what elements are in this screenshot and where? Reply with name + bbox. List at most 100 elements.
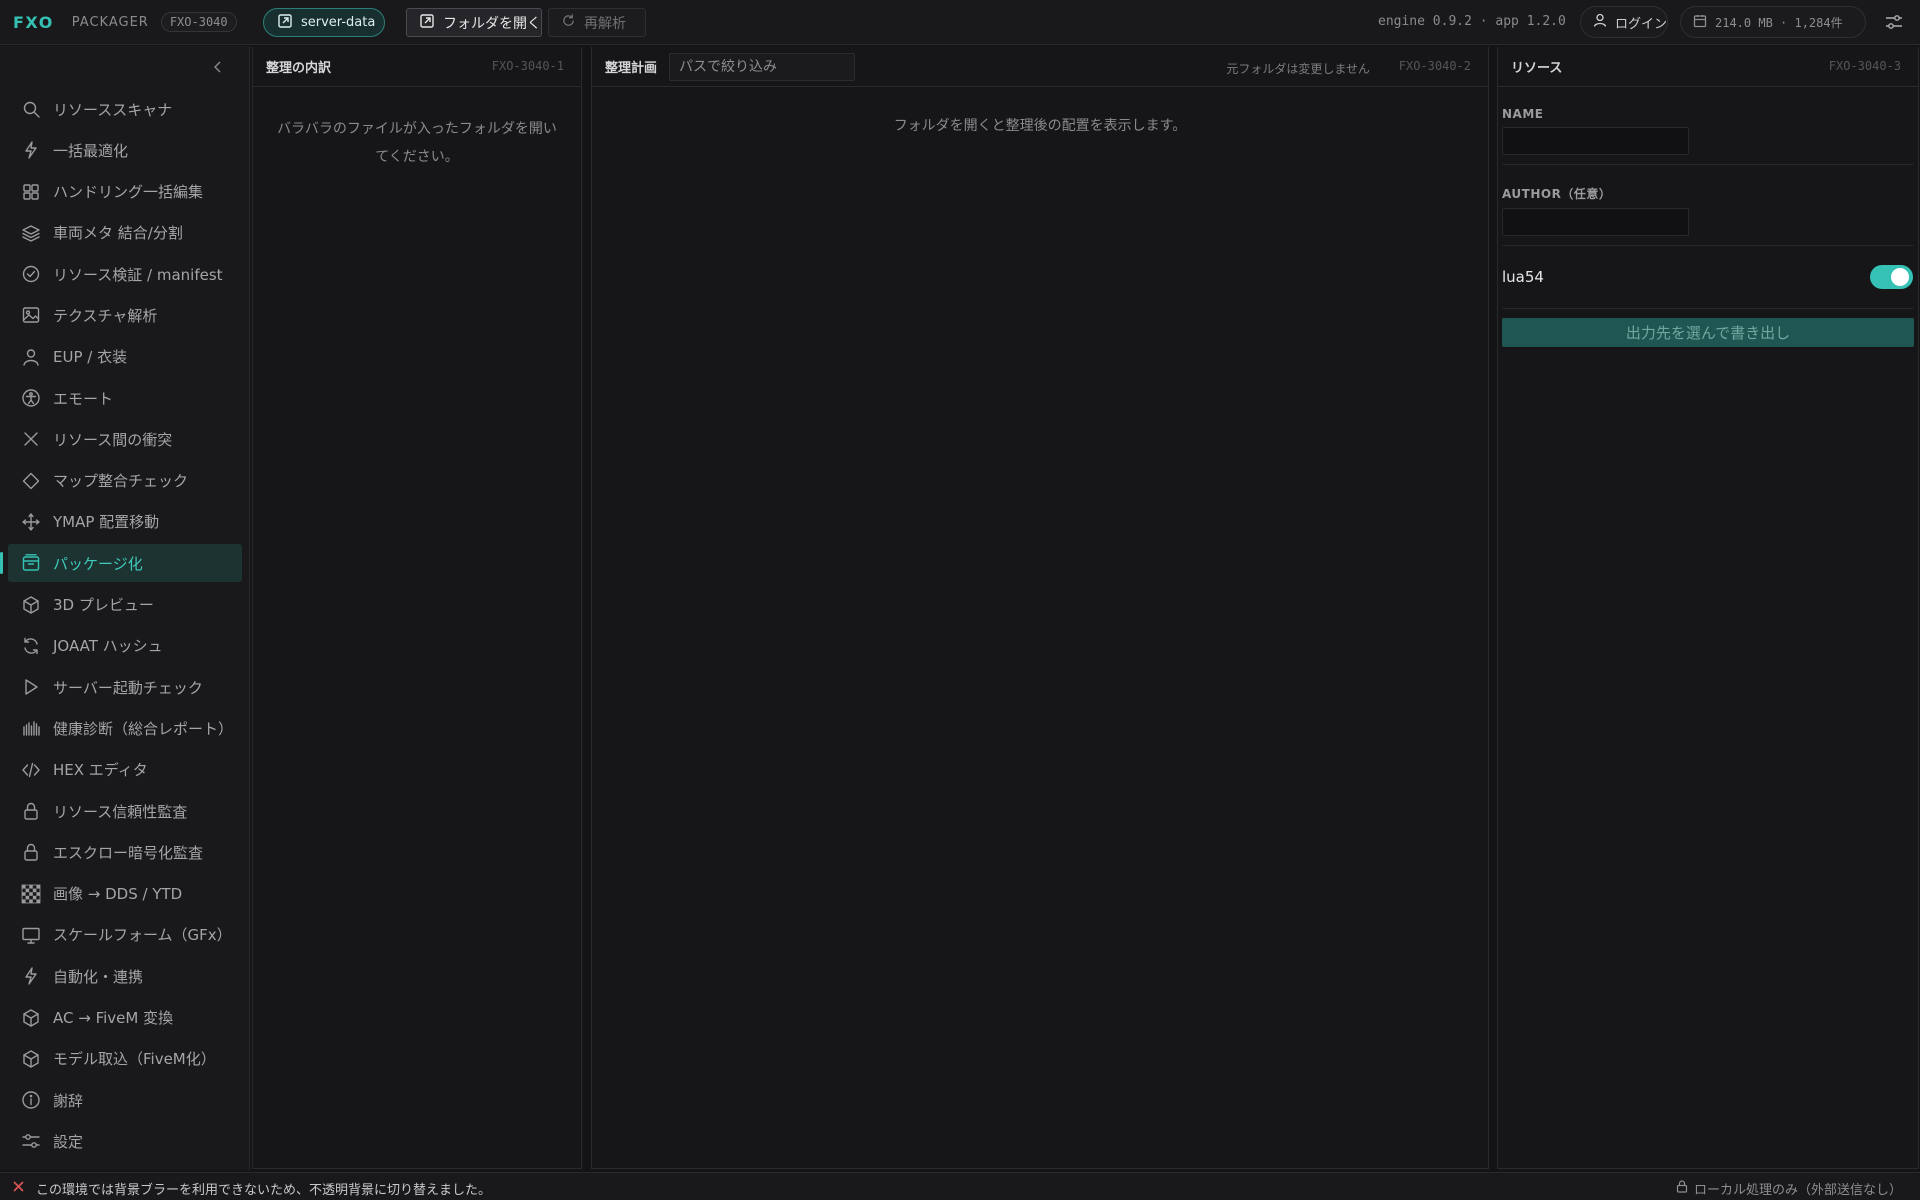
sidebar-item[interactable]: YMAP 配置移動 (8, 503, 242, 541)
login-label: ログイン (1615, 16, 1668, 32)
sidebar-item-label: パッケージ化 (53, 554, 143, 573)
sidebar-item[interactable]: サーバー起動チェック (8, 668, 242, 706)
reanalyze-label: 再解析 (584, 15, 626, 32)
contents-empty-message: バラバラのファイルが入ったフォルダを開いてください。 (277, 121, 557, 165)
lock-icon (20, 800, 42, 822)
sidebar-item[interactable]: 3D プレビュー (8, 586, 242, 624)
sidebar-item-label: リソース間の衝突 (53, 430, 173, 449)
sidebar-item-label: ハンドリング一括編集 (53, 183, 204, 202)
close-icon[interactable] (13, 1181, 36, 1196)
sidebar-item[interactable]: 車両メタ 結合/分割 (8, 214, 242, 252)
sidebar-item[interactable]: HEX エディタ (8, 751, 242, 789)
sidebar-item[interactable]: 謝辞 (8, 1081, 242, 1119)
sidebar-item-label: AC → FiveM 変換 (53, 1009, 174, 1028)
sidebar-item-label: サーバー起動チェック (53, 678, 203, 697)
accessibility-icon (20, 387, 42, 409)
sidebar-item[interactable]: モデル取込（FiveM化） (8, 1040, 242, 1078)
lua54-toggle[interactable] (1870, 265, 1913, 289)
sidebar-item[interactable]: 健康診断（総合レポート） (8, 709, 242, 747)
author-field-group: AUTHOR（任意） (1502, 165, 1914, 246)
sidebar-item[interactable]: リソース間の衝突 (8, 420, 242, 458)
export-button[interactable]: 出力先を選んで書き出し (1502, 318, 1914, 347)
engine-version: engine 0.9.2 · app 1.2.0 (1378, 14, 1566, 29)
brand-tag: FXO-3040 (160, 12, 237, 32)
author-field-label: AUTHOR（任意） (1502, 187, 1612, 201)
layers-icon (20, 222, 42, 244)
sidebar-item-label: 健康診断（総合レポート） (53, 719, 234, 738)
contents-panel-id: FXO-3040-1 (491, 59, 564, 73)
collapse-sidebar-icon[interactable] (211, 60, 225, 78)
lua54-label: lua54 (1502, 268, 1544, 286)
sidebar-item-label: テクスチャ解析 (53, 306, 158, 325)
grid-icon (20, 181, 42, 203)
bars-icon (20, 717, 42, 739)
author-input[interactable] (1502, 208, 1689, 236)
sidebar-item-label: 一括最適化 (53, 141, 129, 160)
sidebar-item-label: 謝辞 (53, 1091, 84, 1110)
brand-product: PACKAGER (71, 14, 149, 30)
open-external-icon (278, 13, 301, 32)
user-icon (20, 346, 42, 368)
server-data-button[interactable]: server-data (263, 8, 385, 37)
name-field-group: NAME (1502, 87, 1914, 165)
sidebar-item[interactable]: 画像 → DDS / YTD (8, 875, 242, 913)
storage-label: 214.0 MB · 1,284件 (1715, 15, 1843, 30)
calendar-icon (1693, 14, 1715, 31)
plan-panel: 整理計画 元フォルダは変更しません FXO-3040-2 フォルダを開くと整理後… (591, 47, 1489, 1169)
code-icon (20, 759, 42, 781)
open-folder-button[interactable]: フォルダを開く (406, 8, 542, 37)
sidebar-item-label: モデル取込（FiveM化） (53, 1050, 216, 1069)
sidebar-item[interactable]: EUP / 衣装 (8, 338, 242, 376)
sidebar-item[interactable]: ハンドリング一括編集 (8, 173, 242, 211)
sidebar-item[interactable]: JOAAT ハッシュ (8, 627, 242, 665)
sidebar-item-label: リソース信頼性監査 (53, 802, 188, 821)
brand: FXO PACKAGER FXO-3040 (13, 12, 237, 32)
reanalyze-button[interactable]: 再解析 (548, 8, 646, 37)
checker-icon (20, 883, 42, 905)
sidebar-item[interactable]: テクスチャ解析 (8, 296, 242, 334)
resource-panel: リソース FXO-3040-3 NAME AUTHOR（任意） lua54 出力… (1497, 47, 1919, 1169)
sidebar-item[interactable]: 一括最適化 (8, 131, 242, 169)
sidebar-item[interactable]: エスクロー暗号化監査 (8, 833, 242, 871)
sidebar-item[interactable]: スケールフォーム（GFx） (8, 916, 242, 954)
path-filter-input[interactable] (669, 52, 856, 81)
settings-sliders-icon[interactable] (1884, 12, 1904, 36)
sidebar-item[interactable]: パッケージ化 (0, 544, 242, 583)
sidebar-item[interactable]: リソース検証 / manifest (8, 255, 242, 293)
sidebar-item-label: JOAAT ハッシュ (53, 637, 163, 656)
resource-panel-header: リソース FXO-3040-3 (1498, 47, 1918, 87)
sidebar-item[interactable]: マップ整合チェック (8, 462, 242, 500)
lua54-row: lua54 (1502, 246, 1914, 309)
plan-note: 元フォルダは変更しません (1226, 62, 1370, 76)
cube-icon (20, 594, 42, 616)
login-button[interactable]: ログイン (1580, 6, 1668, 38)
sidebar-item-label: YMAP 配置移動 (53, 513, 160, 532)
name-input[interactable] (1502, 127, 1689, 155)
cube-icon (20, 1007, 42, 1029)
open-folder-label: フォルダを開く (443, 15, 541, 32)
name-field-label: NAME (1502, 107, 1544, 121)
local-only-indicator: ローカル処理のみ（外部送信なし） (1676, 1179, 1902, 1198)
plan-panel-header: 整理計画 元フォルダは変更しません FXO-3040-2 (592, 47, 1488, 87)
plan-empty-message: フォルダを開くと整理後の配置を表示します。 (893, 118, 1187, 134)
local-only-text: ローカル処理のみ（外部送信なし） (1693, 1183, 1902, 1198)
sidebar-item[interactable]: AC → FiveM 変換 (8, 999, 242, 1037)
plan-panel-title: 整理計画 (605, 61, 658, 76)
diamond-icon (20, 470, 42, 492)
sidebar-item-label: 自動化・連携 (53, 967, 144, 986)
sidebar-item-label: エスクロー暗号化監査 (53, 843, 204, 862)
sidebar-item[interactable]: 設定 (8, 1122, 242, 1160)
status-message-text: この環境では背景ブラーを利用できないため、不透明背景に切り替えました。 (36, 1183, 492, 1198)
sidebar-item[interactable]: リソーススキャナ (8, 90, 242, 128)
sidebar-item[interactable]: 自動化・連携 (8, 957, 242, 995)
sidebar-item[interactable]: リソース信頼性監査 (8, 792, 242, 830)
user-icon (1593, 13, 1615, 31)
status-bar: この環境では背景ブラーを利用できないため、不透明背景に切り替えました。 ローカル… (0, 1172, 1920, 1200)
sidebar-item[interactable]: エモート (8, 379, 242, 417)
lock-icon (20, 841, 42, 863)
contents-panel-header: 整理の内訳 FXO-3040-1 (253, 47, 581, 87)
search-icon (20, 98, 42, 120)
cube-icon (20, 1048, 42, 1070)
refresh-icon (561, 13, 584, 32)
sidebar-item-label: 設定 (53, 1132, 84, 1151)
